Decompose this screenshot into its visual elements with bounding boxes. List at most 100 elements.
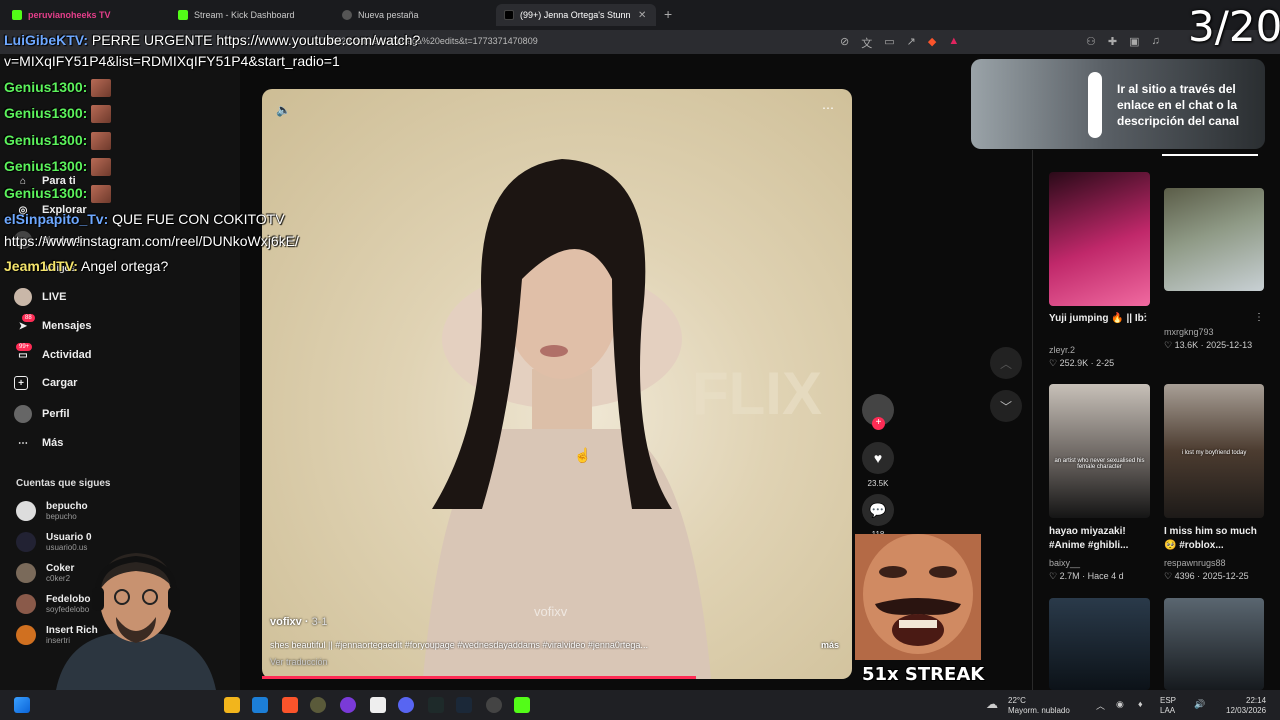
music-icon[interactable]: ♫ bbox=[1152, 35, 1160, 48]
share-icon[interactable]: ↗ bbox=[907, 35, 916, 51]
sidebar-icon[interactable]: ▣ bbox=[1129, 35, 1139, 48]
previous-video-button[interactable]: ︿ bbox=[990, 347, 1022, 379]
screen-icon[interactable]: ▭ bbox=[884, 35, 894, 51]
thumbnail-pan[interactable] bbox=[1164, 188, 1264, 291]
chat-message: LuiGibeKTV: PERRE URGENTE https://www.yo… bbox=[4, 32, 421, 48]
app-icon[interactable] bbox=[310, 697, 326, 713]
weather-icon: ☁ bbox=[986, 697, 998, 711]
system-clock[interactable]: 22:14 12/03/2026 bbox=[1226, 696, 1266, 716]
avatar bbox=[16, 532, 36, 552]
language-indicator[interactable]: ESP LAA bbox=[1160, 696, 1176, 716]
comment-button[interactable]: 💬 bbox=[862, 494, 894, 526]
chevron-up-icon: ︿ bbox=[999, 356, 1012, 371]
file-explorer-icon[interactable] bbox=[224, 697, 240, 713]
puzzle-icon[interactable]: ✚ bbox=[1108, 35, 1117, 48]
like-button[interactable]: ♥ bbox=[862, 442, 894, 474]
video-author[interactable]: vofixv · 3-1 bbox=[270, 616, 327, 628]
document-icon[interactable] bbox=[370, 697, 386, 713]
tab-kick-dashboard[interactable]: Stream - Kick Dashboard bbox=[170, 4, 303, 26]
screen: peruvianoheeks TV Stream - Kick Dashboar… bbox=[0, 0, 1280, 720]
mic-icon[interactable]: ♦ bbox=[1138, 699, 1143, 709]
video-author[interactable]: baixy__ bbox=[1049, 558, 1080, 568]
video-stats: ♡ 252.9K · 2-25 bbox=[1049, 358, 1115, 368]
video-stats: ♡ 2.7M · Hace 4 d bbox=[1049, 571, 1124, 581]
grid-separator bbox=[1032, 150, 1033, 690]
video-stats: ♡ 13.6K · 2025-12-13 bbox=[1164, 340, 1253, 350]
tray-chevron-icon[interactable]: ︿ bbox=[1096, 699, 1105, 712]
video-author[interactable]: zleyr.2 bbox=[1049, 345, 1075, 355]
discord-icon[interactable] bbox=[398, 697, 414, 713]
following-account[interactable]: bepucho bepucho bbox=[16, 501, 88, 521]
kick-icon[interactable] bbox=[514, 697, 530, 713]
chat-message: Genius1300: bbox=[4, 185, 112, 204]
popup-text: Ir al sitio a través del enlace en el ch… bbox=[1117, 82, 1240, 128]
tab-new-tab[interactable]: Nueva pestaña bbox=[334, 4, 427, 26]
video-title[interactable]: I miss him so much 🥺 #roblox... bbox=[1164, 525, 1264, 553]
more-options-icon[interactable]: ⋯ bbox=[822, 101, 834, 115]
nav-perfil[interactable]: Perfil bbox=[14, 405, 70, 423]
video-player[interactable]: FLIX 🔈 ⋯ ☝ vofixv vofixv · 3-1 shes beau… bbox=[262, 89, 852, 679]
thumbnail-dark-1[interactable] bbox=[1049, 598, 1150, 690]
more-options-icon[interactable]: ⋮ bbox=[1140, 312, 1150, 323]
more-caption-link[interactable]: más bbox=[821, 640, 839, 650]
tiktok-icon bbox=[504, 10, 514, 20]
thumbnail-dark-2[interactable] bbox=[1164, 598, 1264, 690]
chat-message: https://www.instagram.com/reel/DUNkoWxj6… bbox=[4, 233, 299, 249]
more-dots-icon: ⋯ bbox=[18, 437, 28, 449]
no-translate-icon[interactable]: ⊘ bbox=[840, 35, 849, 51]
tab-underline bbox=[1162, 154, 1258, 156]
chat-message: Jeam1dTV: Angel ortega? bbox=[4, 258, 169, 274]
network-icon[interactable]: ◉ bbox=[1116, 699, 1124, 710]
nav-mas[interactable]: ⋯ Más bbox=[14, 434, 63, 452]
live-icon bbox=[14, 288, 32, 306]
thumbnail-caption: an artist who never sexualised his femal… bbox=[1054, 458, 1145, 470]
windows-start-icon[interactable] bbox=[14, 697, 30, 713]
weather-widget[interactable]: 22°C Mayorm. nublado bbox=[1008, 696, 1070, 716]
translate-icon[interactable]: 文 bbox=[861, 35, 872, 51]
video-progress-bar[interactable] bbox=[262, 676, 696, 679]
video-author[interactable]: mxrgkng793 bbox=[1164, 327, 1214, 337]
app-icon[interactable] bbox=[486, 697, 502, 713]
chat-message: Genius1300: bbox=[4, 132, 112, 151]
chat-message: elSinpapito_Tv: QUE FUE CON COKITOTV bbox=[4, 211, 285, 227]
nav-live[interactable]: LIVE bbox=[14, 288, 66, 306]
terminal-icon[interactable] bbox=[428, 697, 444, 713]
steam-icon[interactable] bbox=[456, 697, 472, 713]
thumbnail-roblox[interactable]: i lost my boyfriend today bbox=[1164, 384, 1264, 518]
more-options-icon[interactable]: ⋮ bbox=[1254, 312, 1264, 323]
volume-icon[interactable]: 🔊 bbox=[1194, 699, 1205, 710]
video-background-logo: FLIX bbox=[692, 360, 822, 427]
edge-icon[interactable] bbox=[252, 697, 268, 713]
rewards-icon[interactable]: ▲ bbox=[948, 35, 959, 51]
chat-message: Genius1300: bbox=[4, 158, 112, 177]
extension-icon[interactable]: ⚇ bbox=[1086, 35, 1096, 48]
video-caption: shes beautiful || #jennaortegaedit #fory… bbox=[270, 640, 648, 650]
next-video-button[interactable]: ﹀ bbox=[990, 390, 1022, 422]
chat-message: v=MIXqIFY51P4&list=RDMIXqIFY51P4&start_r… bbox=[4, 53, 340, 69]
tab-tiktok[interactable]: (99+) Jenna Ortega's Stunning ✕ bbox=[496, 4, 656, 26]
avatar bbox=[16, 501, 36, 521]
avatar bbox=[16, 625, 36, 645]
shield-icon bbox=[342, 10, 352, 20]
nav-cargar[interactable]: + Cargar bbox=[14, 376, 77, 390]
follow-plus-icon[interactable]: + bbox=[872, 417, 885, 430]
tab-kick-channel[interactable]: peruvianoheeks TV bbox=[4, 4, 119, 26]
video-author[interactable]: respawnrugs88 bbox=[1164, 558, 1226, 568]
app-icon[interactable] bbox=[340, 697, 356, 713]
new-tab-button[interactable]: + bbox=[664, 6, 672, 22]
video-title[interactable]: hayao miyazaki! #Anime #ghibli... bbox=[1049, 525, 1149, 553]
brave-shield-icon[interactable]: ◆ bbox=[928, 35, 936, 51]
translate-link[interactable]: Ver traducción bbox=[270, 657, 328, 667]
volume-icon[interactable]: 🔈 bbox=[276, 103, 291, 117]
video-title[interactable]: Yuji jumping 🔥 || Ib: @RAFAEZIN ||... bbox=[1049, 312, 1149, 326]
thumbnail-miyazaki[interactable]: an artist who never sexualised his femal… bbox=[1049, 384, 1150, 518]
thumbnail-yuji[interactable] bbox=[1049, 172, 1150, 306]
activity-badge: 99+ bbox=[16, 343, 33, 351]
comment-icon: 💬 bbox=[869, 501, 887, 518]
kick-icon bbox=[12, 10, 22, 20]
emote-icon bbox=[91, 79, 112, 98]
brave-icon[interactable] bbox=[282, 697, 298, 713]
browser-toolbar-right: ⚇ ✚ ▣ ♫ bbox=[1086, 35, 1160, 48]
streak-label: 51x STREAK bbox=[862, 664, 985, 685]
close-tab-icon[interactable]: ✕ bbox=[638, 10, 646, 21]
